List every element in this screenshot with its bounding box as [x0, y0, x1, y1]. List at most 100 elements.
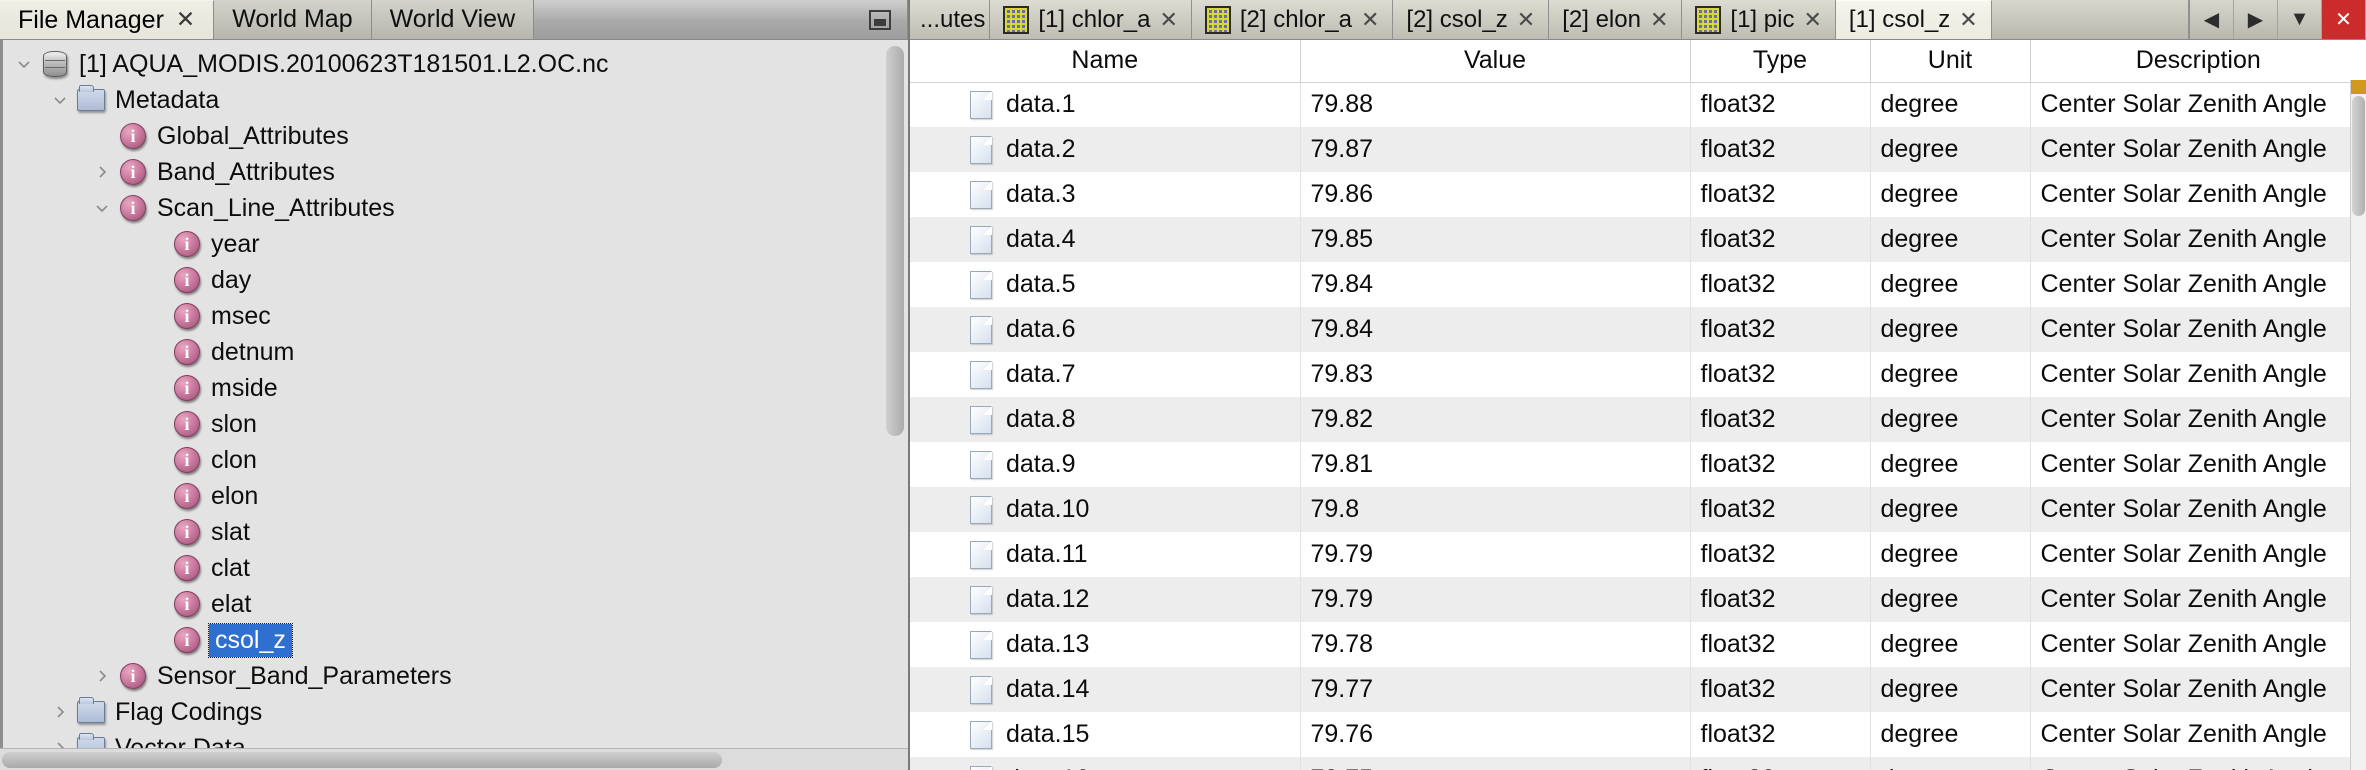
table-row[interactable]: data.4 79.85 float32 degree Center Solar Zen…	[910, 217, 2366, 262]
table-row[interactable]: data.16 79.75float32degreeCenter Solar Ze…	[910, 757, 2366, 770]
table-row[interactable]: data.13 79.78 float32 degree Center Solar Ze…	[910, 622, 2366, 667]
metadata-tree-panel[interactable]: [1] AQUA_MODIS.20100623T181501.L2.OC.nc M…	[0, 40, 908, 748]
scrollbar-thumb[interactable]	[886, 46, 904, 436]
tree-item-label: csol_z	[208, 622, 293, 658]
close-icon[interactable]: ✕	[176, 7, 195, 33]
table-row[interactable]: data.3 79.86 float32 degree Center Solar Zen…	[910, 172, 2366, 217]
tree-item-csol-z[interactable]: i csol_z	[3, 622, 908, 658]
cell-description: Center Solar Zenith Angle	[2030, 262, 2366, 307]
tab-1-csol-z[interactable]: [1] csol_z ✕	[1835, 0, 1992, 39]
data-table-container[interactable]: Name Value Type Unit Description data.1 7…	[910, 40, 2366, 770]
cell-unit: degree	[1870, 397, 2031, 442]
column-header-unit[interactable]: Unit	[1870, 40, 2031, 83]
table-row[interactable]: data.10 79.8 float32 degree Center Solar Zen…	[910, 487, 2366, 532]
scrollbar-thumb[interactable]	[2, 752, 722, 768]
tree-item-sensor-band-parameters[interactable]: i Sensor_Band_Parameters	[3, 658, 908, 694]
chevron-down-icon[interactable]	[11, 56, 37, 72]
scrollbar-thumb[interactable]	[2352, 96, 2365, 216]
table-row[interactable]: data.1 79.88 float32 degree Center Solar Zen…	[910, 82, 2366, 127]
tab-scroll-left-button[interactable]: ◀	[2190, 0, 2234, 39]
cell-description: Center Solar Zenith Angle	[2030, 217, 2366, 262]
column-header-name[interactable]: Name	[910, 40, 1301, 83]
tab-label: World View	[389, 5, 516, 33]
tab-scroll-right-button[interactable]: ▶	[2234, 0, 2278, 39]
table-row[interactable]: data.12 79.79 float32 degree Center Solar Ze…	[910, 577, 2366, 622]
document-icon	[970, 405, 992, 434]
close-icon[interactable]: ✕	[1650, 8, 1668, 31]
tab-world-map[interactable]: World Map	[214, 0, 372, 39]
chevron-right-icon[interactable]	[89, 668, 115, 684]
tab-world-view[interactable]: World View	[371, 0, 535, 39]
chevron-right-icon[interactable]	[47, 704, 73, 720]
close-icon[interactable]: ✕	[1361, 8, 1379, 31]
table-row[interactable]: data.11 79.79 float32 degree Center Solar Ze…	[910, 532, 2366, 577]
tab-1-chlor-a[interactable]: [1] chlor_a ✕	[990, 0, 1192, 39]
close-icon[interactable]: ✕	[1959, 9, 1977, 31]
table-row[interactable]: data.2 79.87 float32 degree Center Solar Zen…	[910, 127, 2366, 172]
tree-item-label: Sensor_Band_Parameters	[157, 661, 452, 690]
tree-item-elon[interactable]: i elon	[3, 478, 908, 514]
table-row[interactable]: data.15 79.76 float32 degree Center Solar Ze…	[910, 712, 2366, 757]
column-header-value[interactable]: Value	[1300, 40, 1691, 83]
cell-name-label: data.5	[1006, 270, 1076, 298]
cell-type: float32	[1690, 622, 1871, 667]
tree-item-vector-data[interactable]: Vector Data	[3, 730, 908, 748]
tree-item-slon[interactable]: i slon	[3, 406, 908, 442]
info-icon: i	[115, 159, 151, 185]
left-horizontal-scrollbar[interactable]	[0, 748, 908, 770]
restore-window-button[interactable]	[869, 9, 891, 30]
tree-item-year[interactable]: i year	[3, 226, 908, 262]
tab-2-chlor-a[interactable]: [2] chlor_a ✕	[1191, 0, 1394, 39]
tree-item-clon[interactable]: i clon	[3, 442, 908, 478]
column-header-description[interactable]: Description	[2030, 40, 2366, 83]
close-icon[interactable]: ✕	[1803, 8, 1821, 31]
tab-label: [2] elon	[1562, 5, 1641, 33]
chevron-right-icon[interactable]	[89, 164, 115, 180]
table-row[interactable]: data.7 79.83 float32 degree Center Solar Zen…	[910, 352, 2366, 397]
cell-name-label: data.6	[1006, 315, 1076, 343]
tree-item-global-attributes[interactable]: i Global_Attributes	[3, 118, 908, 154]
tab-list-button[interactable]: ▼	[2278, 0, 2322, 39]
tree-item-scan-line-attributes[interactable]: i Scan_Line_Attributes	[3, 190, 908, 226]
tree-item-detnum[interactable]: i detnum	[3, 334, 908, 370]
table-row[interactable]: data.9 79.81 float32 degree Center Solar Zen…	[910, 442, 2366, 487]
tab-close-all-button[interactable]: ✕	[2322, 0, 2366, 39]
chevron-down-icon[interactable]	[89, 200, 115, 216]
cell-name: data.3	[910, 172, 1301, 217]
tree-item-label: Flag Codings	[115, 697, 263, 726]
tab-2-elon[interactable]: [2] elon ✕	[1549, 0, 1683, 39]
info-icon: i	[169, 267, 205, 293]
cell-name: data.2	[910, 127, 1301, 172]
document-icon	[970, 720, 992, 749]
document-icon	[970, 225, 992, 254]
close-icon[interactable]: ✕	[1159, 8, 1177, 31]
tree-item-day[interactable]: i day	[3, 262, 908, 298]
right-vertical-scrollbar[interactable]	[2350, 80, 2366, 770]
left-vertical-scrollbar[interactable]	[886, 46, 904, 742]
table-row[interactable]: data.14 79.77 float32 degree Center Solar Ze…	[910, 667, 2366, 712]
tree-item-mside[interactable]: i mside	[3, 370, 908, 406]
image-thumbnail-icon	[1695, 5, 1722, 34]
tree-item-metadata[interactable]: Metadata	[3, 82, 908, 118]
tab-utes[interactable]: ...utes	[910, 0, 991, 39]
tree-item-elat[interactable]: i elat	[3, 586, 908, 622]
tree-item-flag-codings[interactable]: Flag Codings	[3, 694, 908, 730]
cell-value: 79.86	[1300, 172, 1691, 217]
tree-item-msec[interactable]: i msec	[3, 298, 908, 334]
tab-2-csol-z[interactable]: [2] csol_z ✕	[1393, 0, 1550, 39]
table-row[interactable]: data.6 79.84 float32 degree Center Solar Zen…	[910, 307, 2366, 352]
table-row[interactable]: data.8 79.82 float32 degree Center Solar Zen…	[910, 397, 2366, 442]
tree-item-band-attributes[interactable]: i Band_Attributes	[3, 154, 908, 190]
tree-item-slat[interactable]: i slat	[3, 514, 908, 550]
cell-type: float32	[1690, 127, 1871, 172]
tree-item-clat[interactable]: i clat	[3, 550, 908, 586]
tab-file-manager[interactable]: File Manager ✕	[0, 0, 215, 39]
table-row[interactable]: data.5 79.84 float32 degree Center Solar Zen…	[910, 262, 2366, 307]
column-header-type[interactable]: Type	[1690, 40, 1871, 83]
close-icon[interactable]: ✕	[1517, 8, 1535, 31]
tree-item-1-aqua-modis-20100623t181501-l2-oc-nc[interactable]: [1] AQUA_MODIS.20100623T181501.L2.OC.nc	[3, 46, 908, 82]
chevron-right-icon[interactable]	[47, 740, 73, 748]
cell-value: 79.88	[1300, 82, 1691, 127]
chevron-down-icon[interactable]	[47, 92, 73, 108]
tab-1-pic[interactable]: [1] pic ✕	[1682, 0, 1836, 39]
